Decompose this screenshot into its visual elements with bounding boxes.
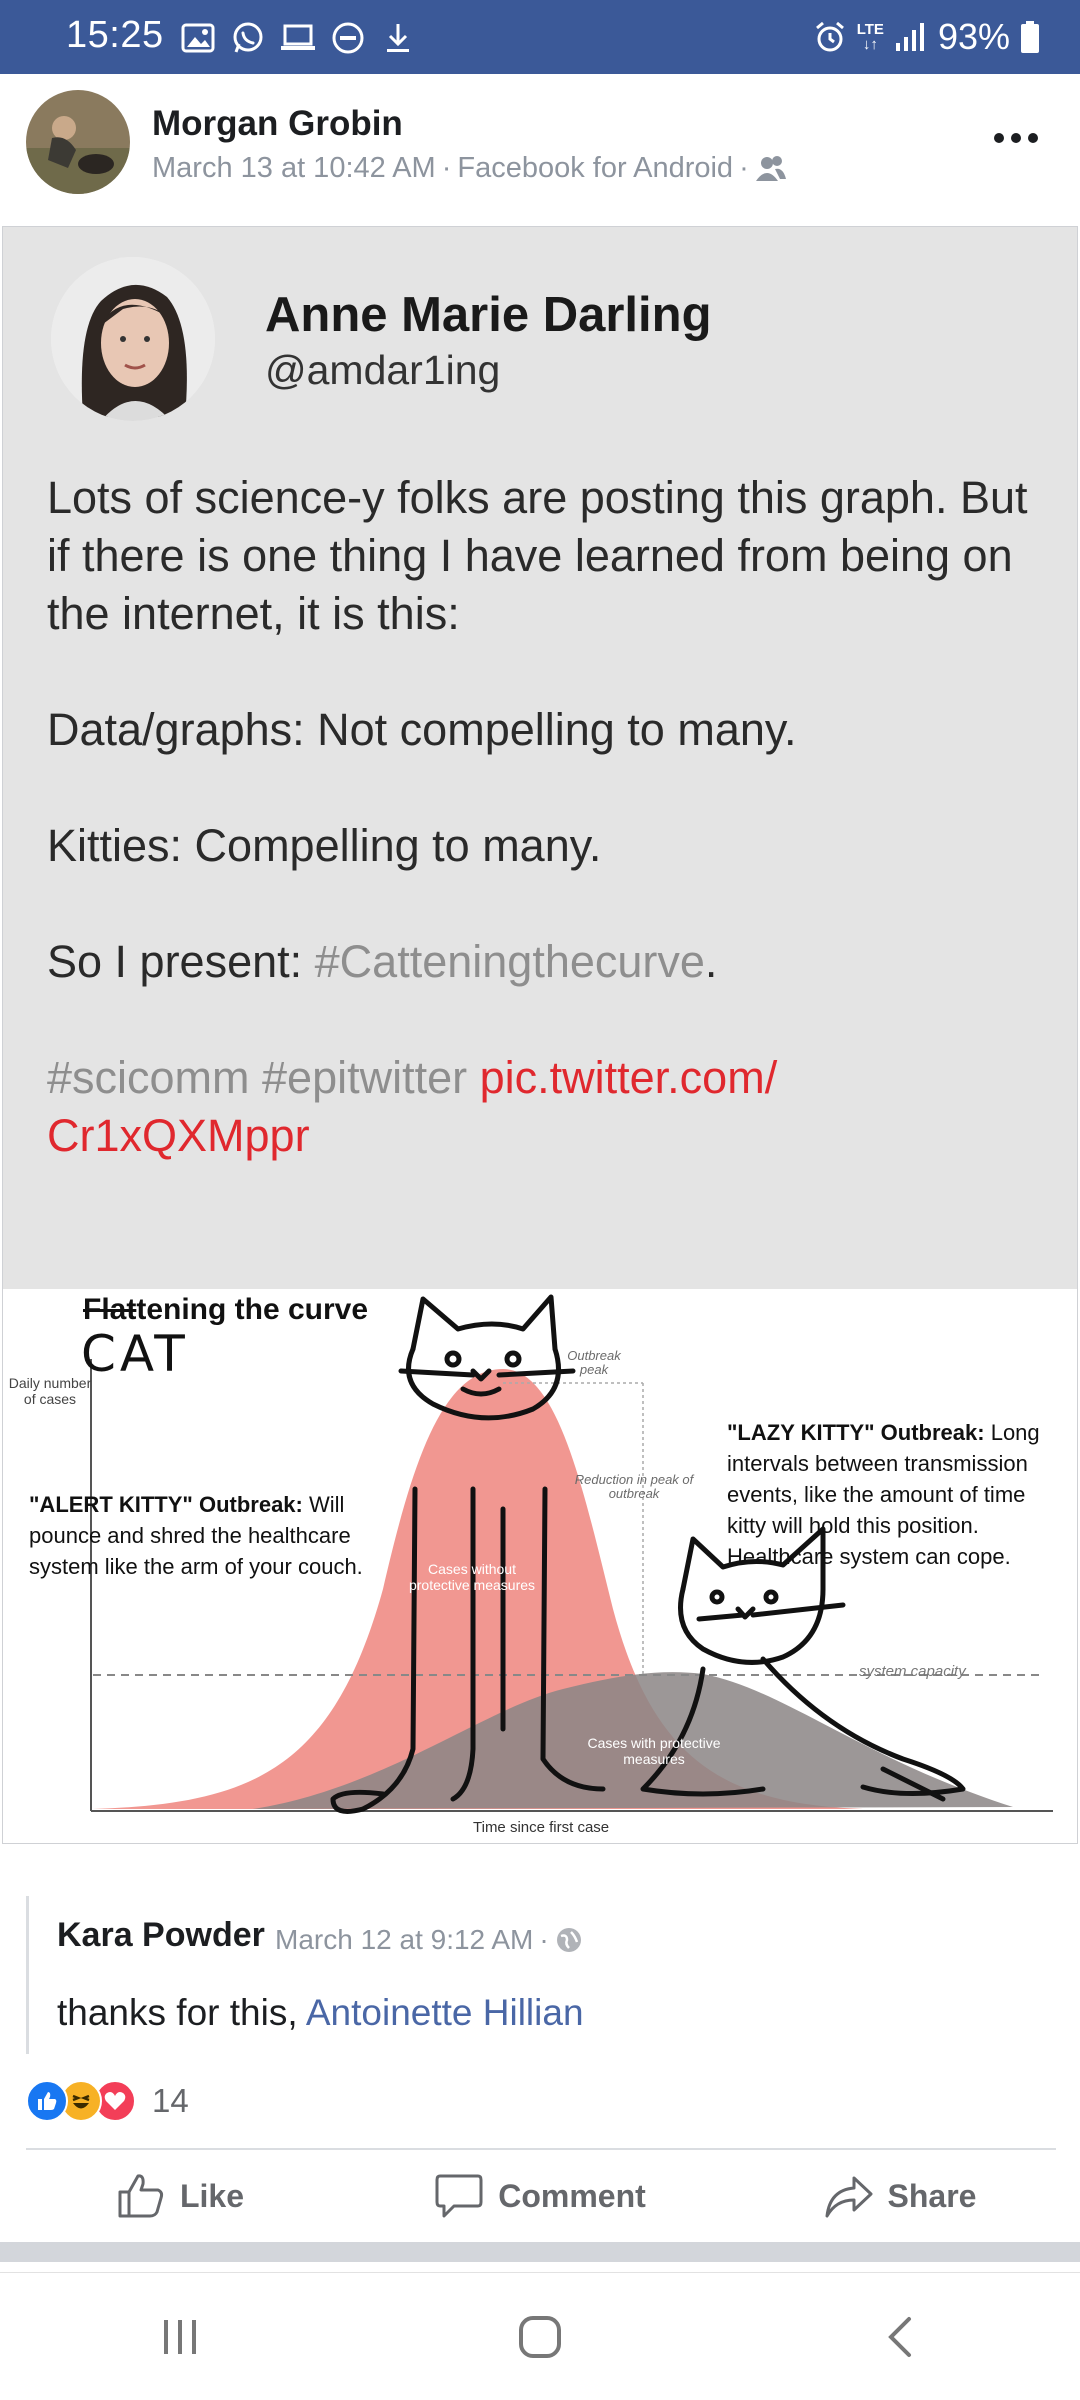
system-icons: LTE ↓↑ 93% <box>813 16 1040 58</box>
meta-separator: · <box>739 152 749 184</box>
post-author[interactable]: Morgan Grobin <box>152 104 403 144</box>
android-nav-bar <box>0 2272 1080 2400</box>
like-button[interactable]: Like <box>0 2150 360 2242</box>
notification-icons <box>180 18 416 58</box>
tweet-paragraph: Kitties: Compelling to many. <box>47 820 602 871</box>
graph-cat-scribble: CAT <box>81 1325 189 1383</box>
gallery-icon <box>180 20 216 56</box>
meta-separator: · <box>539 1924 549 1955</box>
back-icon <box>888 2316 911 2357</box>
tweet-author-name: Anne Marie Darling <box>265 288 712 342</box>
comment: Kara Powder March 12 at 9:12 AM · thanks… <box>26 1896 1056 2054</box>
post-timestamp[interactable]: March 13 at 10:42 AM <box>152 152 436 185</box>
comment-icon <box>435 2174 483 2218</box>
home-icon <box>519 2315 561 2358</box>
tweet-avatar <box>51 257 215 421</box>
recent-apps-button[interactable] <box>120 2292 240 2382</box>
like-reaction-icon <box>26 2080 68 2122</box>
tweet-body: Lots of science-y folks are posting this… <box>47 469 1047 1165</box>
tweet-paragraph: #scicomm #epitwitter pic.twitter.com/Cr1… <box>47 1049 1047 1165</box>
graph-y-label: Daily number of cases <box>8 1375 92 1407</box>
whatsapp-icon <box>230 20 266 56</box>
like-icon <box>118 2174 164 2218</box>
comment-label: Comment <box>498 2177 646 2214</box>
more-options-button[interactable] <box>986 118 1046 158</box>
signal-icon <box>895 23 924 51</box>
alert-kitty-annotation: "ALERT KITTY" Outbreak: Will pounce and … <box>29 1492 363 1579</box>
post-source: Facebook for Android <box>457 152 734 184</box>
share-icon <box>825 2176 873 2218</box>
post-header: Morgan Grobin March 13 at 10:42 AM · Fac… <box>0 74 1080 224</box>
author-avatar[interactable] <box>26 90 130 194</box>
reactions-count: 14 <box>152 2082 189 2119</box>
tweet-paragraph: Lots of science-y folks are posting this… <box>47 472 1028 639</box>
shared-image[interactable]: Anne Marie Darling @amdar1ing Lots of sc… <box>2 226 1078 1844</box>
tweet-link: Cr1xQXMppr <box>47 1110 310 1161</box>
feed-separator <box>0 2242 1080 2262</box>
capacity-label: system capacity <box>859 1663 966 1680</box>
tweet-paragraph: Data/graphs: Not compelling to many. <box>47 704 797 755</box>
recent-apps-icon <box>164 2319 196 2354</box>
globe-icon <box>556 1928 581 1952</box>
comment-meta: March 12 at 9:12 AM · <box>275 1924 583 1956</box>
tweet-hashtags: #scicomm #epitwitter <box>47 1052 480 1103</box>
tweet-link: pic.twitter.com/ <box>479 1052 778 1103</box>
reactions-summary[interactable]: 14 <box>26 2074 189 2128</box>
comment-mention[interactable]: Antoinette Hillian <box>306 1992 584 2033</box>
laptop-icon <box>280 20 316 56</box>
outbreak-peak-label: Outbreak peak <box>567 1348 621 1377</box>
with-measures-label: Cases with protective measures <box>587 1735 721 1767</box>
status-bar: 15:25 LTE ↓↑ 93% <box>0 0 1080 74</box>
post-actions: Like Comment Share <box>0 2150 1080 2242</box>
tweet-paragraph: So I present: #Catteningthecurve. <box>47 936 718 987</box>
status-time: 15:25 <box>66 14 164 56</box>
battery-percent: 93% <box>937 16 1010 57</box>
comment-text: thanks for this, Antoinette Hillian <box>57 1992 584 2033</box>
share-label: Share <box>887 2177 977 2214</box>
cat-graph: Flattening the curve CAT Daily number of… <box>3 1289 1077 1843</box>
like-label: Like <box>179 2177 245 2214</box>
hashtag-catteningthecurve: #Catteningthecurve <box>314 936 705 987</box>
graph-x-label: Time since first case <box>473 1819 610 1836</box>
reduction-label: Reduction in peak of outbreak <box>574 1472 694 1501</box>
alarm-icon <box>815 21 844 52</box>
graph-title: Flattening the curve <box>83 1293 369 1326</box>
meta-separator: · <box>441 152 452 184</box>
without-measures-label: Cases without protective measures <box>408 1561 536 1593</box>
lte-icon: LTE ↓↑ <box>856 21 884 53</box>
friends-icon[interactable] <box>755 155 787 183</box>
comment-timestamp[interactable]: March 12 at 9:12 AM <box>275 1924 533 1956</box>
back-button[interactable] <box>840 2292 960 2382</box>
post-meta: March 13 at 10:42 AM · Facebook for Andr… <box>152 152 787 185</box>
more-dots-icon <box>994 133 1038 143</box>
tweet-handle: @amdar1ing <box>265 347 501 393</box>
battery-icon <box>1021 21 1039 53</box>
download-icon <box>380 20 416 56</box>
comment-author[interactable]: Kara Powder <box>57 1916 265 1955</box>
lazy-kitty-annotation: "LAZY KITTY" Outbreak: Long intervals be… <box>727 1420 1040 1569</box>
comment-button[interactable]: Comment <box>360 2150 720 2242</box>
share-button[interactable]: Share <box>720 2150 1080 2242</box>
home-button[interactable] <box>480 2292 600 2382</box>
dnd-icon <box>330 20 366 56</box>
